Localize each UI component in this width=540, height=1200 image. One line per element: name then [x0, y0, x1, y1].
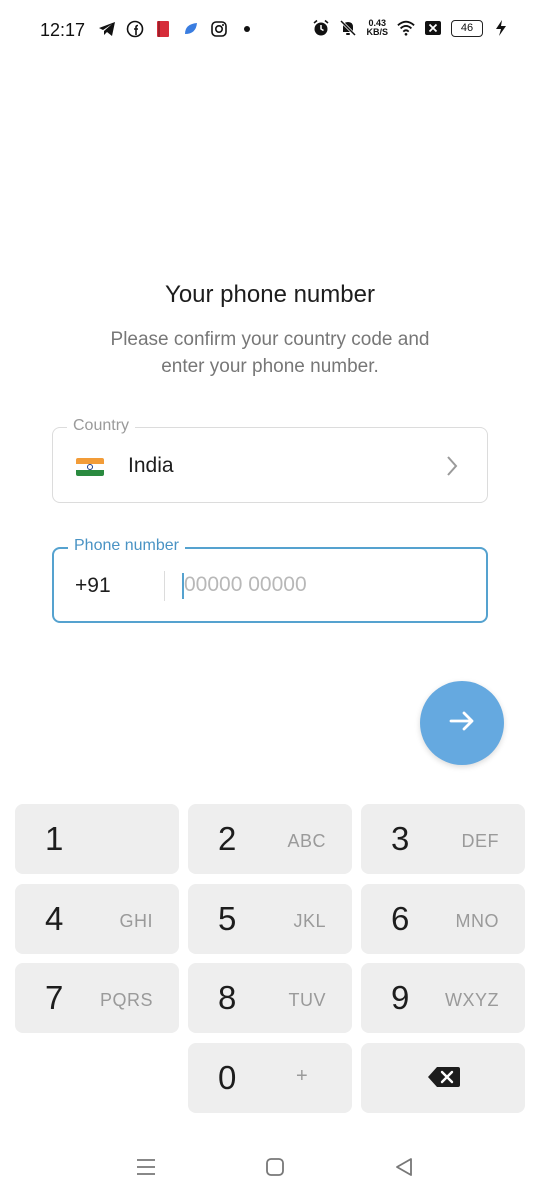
key-digit: 5 [218, 900, 237, 937]
key-letters: PQRS [99, 990, 153, 1010]
system-icons: 0.43 KB/S 46 [312, 19, 510, 37]
key-digit: 1 [45, 820, 64, 857]
arrow-right-icon [447, 706, 477, 741]
key-digit: 4 [45, 900, 64, 937]
key-4[interactable]: 4 GHI [15, 884, 179, 954]
key-letters: + [296, 1065, 308, 1087]
key-letters: ABC [287, 831, 326, 851]
key-letters: MNO [455, 911, 499, 931]
back-triangle-icon [393, 1156, 415, 1183]
next-button[interactable] [420, 681, 504, 765]
key-9[interactable]: 9 WXYZ [361, 963, 525, 1033]
phone-number-input[interactable] [184, 567, 464, 603]
key-letters: WXYZ [445, 990, 499, 1010]
country-selector[interactable]: Country India [52, 417, 488, 503]
page-subtitle: Please confirm your country code and ent… [110, 329, 430, 377]
key-digit: 8 [218, 979, 237, 1016]
notification-icons [98, 20, 256, 38]
key-letters: GHI [119, 911, 153, 931]
network-speed: 0.43 KB/S [366, 19, 388, 37]
menu-icon [135, 1157, 157, 1182]
key-digit: 6 [391, 900, 410, 937]
key-7[interactable]: 7 PQRS [15, 963, 179, 1033]
numeric-keypad: 1 2 ABC 3 DEF 4 GHI 5 JKL 6 MNO 7 PQRS 8… [0, 795, 540, 1125]
battery-indicator: 46 [451, 19, 483, 37]
sim-off-icon [424, 19, 442, 37]
wifi-icon [397, 19, 415, 37]
charging-icon [492, 19, 510, 37]
mute-icon [339, 19, 357, 37]
dot-icon [238, 20, 256, 38]
key-8[interactable]: 8 TUV [188, 963, 352, 1033]
key-6[interactable]: 6 MNO [361, 884, 525, 954]
key-digit: 9 [391, 979, 410, 1016]
telegram-icon [98, 20, 116, 38]
india-flag-icon [76, 458, 104, 476]
key-digit: 0 [218, 1059, 237, 1096]
facebook-icon [126, 20, 144, 38]
status-bar: 12:17 0.43 KB/S 46 [0, 0, 540, 62]
key-letters: TUV [288, 990, 326, 1010]
page-title: Your phone number [165, 281, 375, 308]
key-2[interactable]: 2 ABC [188, 804, 352, 874]
key-letters: DEF [461, 831, 499, 851]
backspace-icon [427, 1065, 461, 1094]
key-3[interactable]: 3 DEF [361, 804, 525, 874]
instagram-icon [210, 20, 228, 38]
key-digit: 3 [391, 820, 410, 857]
home-icon [264, 1156, 286, 1183]
country-value: India [128, 454, 174, 477]
recents-button[interactable] [131, 1154, 161, 1184]
field-divider [164, 571, 165, 601]
net-speed-unit: KB/S [366, 27, 388, 37]
key-digit: 2 [218, 820, 237, 857]
key-letters: JKL [293, 911, 326, 931]
alarm-icon [312, 19, 330, 37]
book-icon [154, 20, 172, 38]
key-5[interactable]: 5 JKL [188, 884, 352, 954]
country-code: +91 [75, 574, 111, 597]
home-button[interactable] [260, 1154, 290, 1184]
phone-number-field[interactable]: Phone number +91 [52, 537, 488, 623]
key-digit: 7 [45, 979, 64, 1016]
backspace-key[interactable] [361, 1043, 525, 1113]
phone-number-label: Phone number [68, 537, 185, 555]
back-button[interactable] [389, 1154, 419, 1184]
chevron-right-icon [445, 454, 459, 483]
key-1[interactable]: 1 [15, 804, 179, 874]
app-icon [182, 20, 200, 38]
system-navigation-bar [0, 1140, 540, 1200]
key-0[interactable]: 0 + [188, 1043, 352, 1113]
status-time: 12:17 [40, 20, 86, 40]
country-label: Country [67, 417, 136, 435]
